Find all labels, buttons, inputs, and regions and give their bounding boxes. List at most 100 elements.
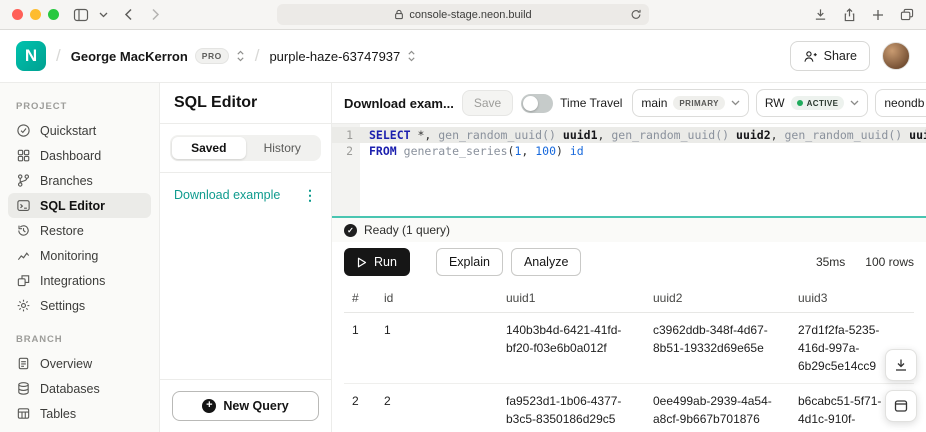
code-line-2[interactable]: 2 FROM generate_series(1, 100) id xyxy=(332,143,926,159)
cell-row-index: 2 xyxy=(344,384,376,432)
explain-button[interactable]: Explain xyxy=(436,248,503,276)
saved-queries-list: Download example ⋮ xyxy=(160,173,331,379)
sidebar-item-restore[interactable]: Restore xyxy=(8,218,151,243)
query-row-count: 100 rows xyxy=(865,255,914,269)
sidebar-item-sql-editor[interactable]: SQL Editor xyxy=(8,193,151,218)
saved-query-item[interactable]: Download example ⋮ xyxy=(166,181,325,209)
new-query-button[interactable]: + New Query xyxy=(172,391,319,421)
column-header[interactable]: uuid3 xyxy=(790,284,914,313)
breadcrumb-separator: / xyxy=(56,46,61,66)
column-header[interactable]: uuid1 xyxy=(498,284,645,313)
queries-panel: SQL Editor Saved History Download exampl… xyxy=(160,83,332,432)
floating-actions xyxy=(885,349,917,422)
new-query-label: New Query xyxy=(223,399,288,413)
close-window-button[interactable] xyxy=(12,9,23,20)
forward-icon[interactable] xyxy=(151,8,160,21)
active-badge: ACTIVE xyxy=(791,96,845,110)
editor-toolbar-right: Time Travel main PRIMARY RW ACTIVE neond… xyxy=(521,89,926,117)
sidebar-item-tables[interactable]: Tables xyxy=(8,401,151,426)
line-number: 2 xyxy=(332,143,360,159)
sql-editor-icon xyxy=(16,198,31,213)
compute-select[interactable]: RW ACTIVE xyxy=(756,89,869,117)
chevron-down-icon[interactable] xyxy=(99,12,108,18)
primary-badge: PRIMARY xyxy=(673,96,724,110)
reload-icon[interactable] xyxy=(630,8,642,21)
query-title: Download exam... xyxy=(344,96,454,111)
databases-icon xyxy=(16,381,31,396)
code-editor[interactable]: 1 SELECT *, gen_random_uuid() uuid1, gen… xyxy=(332,124,926,218)
project-selector[interactable]: purple-haze-63747937 xyxy=(269,49,416,64)
sidebar-item-label: Branches xyxy=(40,174,93,188)
sidebar-item-label: Dashboard xyxy=(40,149,101,163)
address-bar[interactable]: console-stage.neon.build xyxy=(277,4,649,25)
active-dot-icon xyxy=(797,100,803,106)
column-header[interactable]: id xyxy=(376,284,498,313)
analyze-button[interactable]: Analyze xyxy=(511,248,581,276)
chevron-down-icon xyxy=(731,100,740,106)
tab-history[interactable]: History xyxy=(246,137,320,159)
column-header[interactable]: # xyxy=(344,284,376,313)
app-header: N / George MacKerron PRO / purple-haze-6… xyxy=(0,30,926,83)
sidebar-item-label: Restore xyxy=(40,224,84,238)
sidebar-item-label: Quickstart xyxy=(40,124,96,138)
page-title: SQL Editor xyxy=(160,83,331,124)
ready-check-icon: ✓ xyxy=(344,224,357,237)
org-name: George MacKerron xyxy=(71,49,188,64)
new-tab-icon[interactable] xyxy=(872,9,884,21)
toggle-knob xyxy=(523,96,538,111)
quickstart-icon xyxy=(16,123,31,138)
column-header[interactable]: uuid2 xyxy=(645,284,790,313)
user-avatar[interactable] xyxy=(882,42,910,70)
queries-tabs-wrap: Saved History xyxy=(160,124,331,173)
minimize-window-button[interactable] xyxy=(30,9,41,20)
run-label: Run xyxy=(374,255,397,269)
cell-id: 1 xyxy=(376,313,498,384)
save-button[interactable]: Save xyxy=(462,90,513,116)
sidebar-item-label: Overview xyxy=(40,357,92,371)
sidebar-item-label: Integrations xyxy=(40,274,105,288)
sidebar-item-integrations[interactable]: Integrations xyxy=(8,268,151,293)
tab-saved[interactable]: Saved xyxy=(172,137,246,159)
sidebar-item-branches[interactable]: Branches xyxy=(8,168,151,193)
database-select[interactable]: neondb xyxy=(875,89,926,117)
download-results-button[interactable] xyxy=(885,349,917,381)
query-status-row: ✓ Ready (1 query) xyxy=(332,218,926,242)
cell-uuid2: c3962ddb-348f-4d67-8b51-19332d69e65e xyxy=(645,313,790,384)
sidebar-section-label: PROJECT xyxy=(16,101,143,112)
share-user-icon xyxy=(803,50,818,63)
table-row[interactable]: 2 2 fa9523d1-1b06-4377-b3c5-8350186d29c5… xyxy=(344,384,914,432)
sidebar-item-label: Databases xyxy=(40,382,100,396)
traffic-lights xyxy=(12,9,59,20)
feedback-button[interactable] xyxy=(885,390,917,422)
branch-select[interactable]: main PRIMARY xyxy=(632,89,748,117)
run-button[interactable]: Run xyxy=(344,248,410,276)
project-sidebar: PROJECT Quickstart Dashboard Branches SQ… xyxy=(0,83,160,432)
sidebar-item-monitoring[interactable]: Monitoring xyxy=(8,243,151,268)
neon-logo[interactable]: N xyxy=(16,41,46,71)
sidebar-item-quickstart[interactable]: Quickstart xyxy=(8,118,151,143)
cell-uuid1: fa9523d1-1b06-4377-b3c5-8350186d29c5 xyxy=(498,384,645,432)
line-number: 1 xyxy=(332,127,360,143)
sidebar-item-dashboard[interactable]: Dashboard xyxy=(8,143,151,168)
project-selector-chevrons-icon xyxy=(407,50,416,62)
table-row[interactable]: 1 1 140b3b4d-6421-41fd-bf20-f03e6b0a012f… xyxy=(344,313,914,384)
share-icon[interactable] xyxy=(843,8,856,22)
org-selector[interactable]: George MacKerron PRO xyxy=(71,48,245,64)
cell-uuid1: 140b3b4d-6421-41fd-bf20-f03e6b0a012f xyxy=(498,313,645,384)
sidebar-item-settings[interactable]: Settings xyxy=(8,293,151,318)
share-label: Share xyxy=(824,49,857,63)
zoom-window-button[interactable] xyxy=(48,9,59,20)
back-icon[interactable] xyxy=(124,8,133,21)
tab-overview-icon[interactable] xyxy=(900,8,914,21)
share-button[interactable]: Share xyxy=(790,41,870,71)
settings-icon xyxy=(16,298,31,313)
downloads-icon[interactable] xyxy=(814,8,827,21)
code-line-1[interactable]: 1 SELECT *, gen_random_uuid() uuid1, gen… xyxy=(332,127,926,143)
browser-sidebar-icon[interactable] xyxy=(73,8,89,22)
sidebar-item-overview[interactable]: Overview xyxy=(8,351,151,376)
header-right: Share xyxy=(790,41,910,71)
org-plan-badge: PRO xyxy=(195,48,229,64)
time-travel-toggle[interactable] xyxy=(521,94,553,113)
query-menu-icon[interactable]: ⋮ xyxy=(303,188,317,202)
sidebar-item-databases[interactable]: Databases xyxy=(8,376,151,401)
